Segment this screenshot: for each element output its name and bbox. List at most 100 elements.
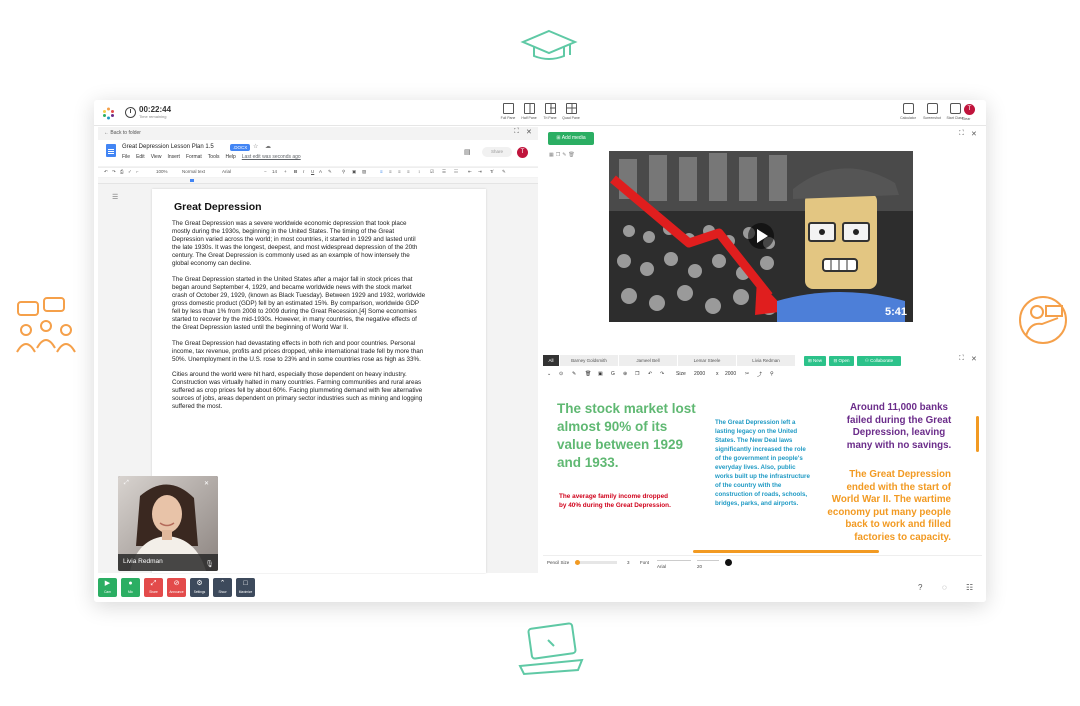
font-select[interactable]: Arial [657, 560, 691, 569]
close-icon[interactable]: ✕ [971, 355, 977, 363]
cam-button[interactable]: ▶ Cam [98, 578, 117, 597]
participants-icon[interactable]: ☷ [966, 583, 973, 592]
checklist-icon[interactable]: ☑ [430, 169, 434, 175]
wb-note-red[interactable]: The average family income dropped by 40%… [559, 492, 675, 510]
font-size-select[interactable]: 20 [697, 560, 719, 569]
underline-icon[interactable]: U [311, 169, 314, 174]
settings-button[interactable]: ⚙ Settings [190, 578, 209, 597]
google-drive-icon[interactable]: G [611, 371, 615, 377]
wb-note-orange[interactable]: The Great Depression ended with the star… [825, 469, 951, 544]
layout-half-pane-button[interactable]: Half Pane [519, 103, 539, 120]
copy-icon[interactable]: ❐ [635, 371, 639, 377]
undo-icon[interactable]: ↶ [104, 169, 108, 175]
bullet-list-icon[interactable]: ☰ [442, 169, 446, 175]
announce-button[interactable]: ⊘ Announce [167, 578, 186, 597]
doc-title[interactable]: Great Depression Lesson Plan 1.5 [122, 144, 214, 150]
mic-button[interactable]: ● Mic [121, 578, 140, 597]
layout-quad-pane-button[interactable]: Quad Pane [561, 103, 581, 120]
indent-marker[interactable] [190, 179, 194, 182]
tab-livia-redman[interactable]: Livia Redman [737, 355, 795, 366]
expand-icon[interactable]: ⛶ [959, 130, 964, 138]
tab-barney-goldsmith[interactable]: Barney Goldsmith [560, 355, 618, 366]
wb-note-green[interactable]: The stock market lost almost 90% of its … [557, 400, 705, 472]
help-icon[interactable]: ? [918, 583, 922, 592]
layout-full-pane-button[interactable]: Full Pane [498, 103, 518, 120]
clear-formatting-icon[interactable]: T̸ [490, 169, 493, 174]
last-edit-link[interactable]: Last edit was seconds ago [242, 154, 301, 160]
menu-insert[interactable]: Insert [167, 154, 180, 160]
color-picker[interactable] [725, 559, 732, 566]
chat-icon[interactable]: ◌ [942, 583, 947, 592]
align-center-icon[interactable]: ≡ [389, 169, 392, 174]
undo-icon[interactable]: ↶ [648, 371, 652, 377]
whiteboard-canvas[interactable]: The stock market lost almost 90% of its … [543, 382, 980, 553]
link-icon[interactable]: ⚲ [342, 169, 345, 175]
paint-format-icon[interactable]: ⌐ [136, 169, 139, 174]
line-spacing-icon[interactable]: ↕ [418, 169, 420, 174]
outline-icon[interactable]: ☰ [112, 193, 118, 201]
expand-video-icon[interactable]: ⤢ [124, 480, 129, 487]
decrease-indent-icon[interactable]: ⇤ [468, 169, 472, 175]
vertical-scrollbar[interactable] [976, 416, 979, 452]
trash-icon[interactable]: 🗑 [585, 371, 591, 377]
menu-view[interactable]: View [151, 154, 162, 160]
open-whiteboard-button[interactable]: ⊟ Open [829, 356, 854, 366]
justify-icon[interactable]: ≡ [407, 169, 410, 174]
text-tool-icon[interactable]: ⊕ [623, 371, 627, 377]
link-icon[interactable]: ⚲ [770, 371, 774, 377]
align-right-icon[interactable]: ≡ [398, 169, 401, 174]
align-left-icon[interactable]: ≡ [380, 169, 383, 174]
menu-help[interactable]: Help [225, 154, 235, 160]
add-media-button[interactable]: ⊞ Add media [548, 132, 594, 145]
redo-icon[interactable]: ↷ [660, 371, 664, 377]
text-color-icon[interactable]: A [319, 169, 322, 174]
font-select[interactable]: Arial [222, 169, 231, 174]
italic-icon[interactable]: I [303, 169, 304, 174]
menu-file[interactable]: File [122, 154, 130, 160]
share-icon[interactable]: ⤴ [757, 371, 762, 378]
font-size-input[interactable]: 14 [272, 169, 277, 174]
tab-lemar-steele[interactable]: Lemar Steele [678, 355, 736, 366]
chevron-down-icon[interactable]: ⌄ [547, 371, 551, 377]
video-player[interactable]: 5:41 [609, 151, 913, 322]
participant-video-tile[interactable]: ⤢ ✕ Livia Redman 🎙 [118, 476, 218, 571]
share-button[interactable]: ⤢ Share [144, 578, 163, 597]
back-to-folder-link[interactable]: ← Back to folder [104, 130, 141, 136]
save-icon[interactable]: ▣ [598, 371, 603, 377]
minus-icon[interactable]: − [264, 169, 267, 174]
highlight-icon[interactable]: ✎ [328, 169, 332, 175]
menu-edit[interactable]: Edit [136, 154, 145, 160]
width-input[interactable]: 2000 [694, 371, 705, 377]
redo-icon[interactable]: ↷ [112, 169, 116, 175]
grid-icon[interactable]: ▦ [549, 152, 556, 158]
maximize-button[interactable]: □ Maximize [236, 578, 255, 597]
pencil-icon[interactable]: ✎ [572, 371, 576, 377]
show-button[interactable]: ⌃ Show [213, 578, 232, 597]
expand-icon[interactable]: ⛶ [959, 355, 964, 363]
print-icon[interactable]: ⎙ [120, 169, 124, 174]
doc-user-avatar[interactable]: T [517, 147, 528, 158]
cut-icon[interactable]: ✂ [745, 371, 749, 377]
plus-icon[interactable]: + [284, 169, 287, 174]
clear-label[interactable]: Clear [962, 117, 970, 121]
comment-icon[interactable]: ▤ [464, 148, 471, 156]
horizontal-scrollbar[interactable] [693, 550, 879, 553]
expand-icon[interactable]: ⛶ [514, 128, 519, 136]
spellcheck-icon[interactable]: ✓ [128, 169, 132, 175]
collaborate-button[interactable]: ⚇ Collaborate [857, 356, 901, 366]
bold-icon[interactable]: B [294, 169, 297, 174]
height-input[interactable]: 2000 [725, 371, 736, 377]
increase-indent-icon[interactable]: ⇥ [478, 169, 482, 175]
pin-icon[interactable]: ✕ [204, 480, 209, 487]
screenshot-button[interactable]: Screenshot [921, 103, 943, 120]
layout-tri-pane-button[interactable]: Tri Pane [540, 103, 560, 120]
new-whiteboard-button[interactable]: ⊞ New [804, 356, 826, 366]
wb-note-teal[interactable]: The Great Depression left a lasting lega… [715, 418, 813, 508]
insert-image-icon[interactable]: ▨ [362, 169, 366, 175]
star-icon[interactable]: ☆ [253, 143, 258, 150]
wb-note-purple[interactable]: Around 11,000 banks failed during the Gr… [843, 402, 955, 452]
zoom-select[interactable]: 100% [156, 169, 168, 174]
menu-tools[interactable]: Tools [208, 154, 220, 160]
numbered-list-icon[interactable]: ☷ [454, 169, 458, 175]
share-button[interactable]: Share [482, 147, 512, 157]
